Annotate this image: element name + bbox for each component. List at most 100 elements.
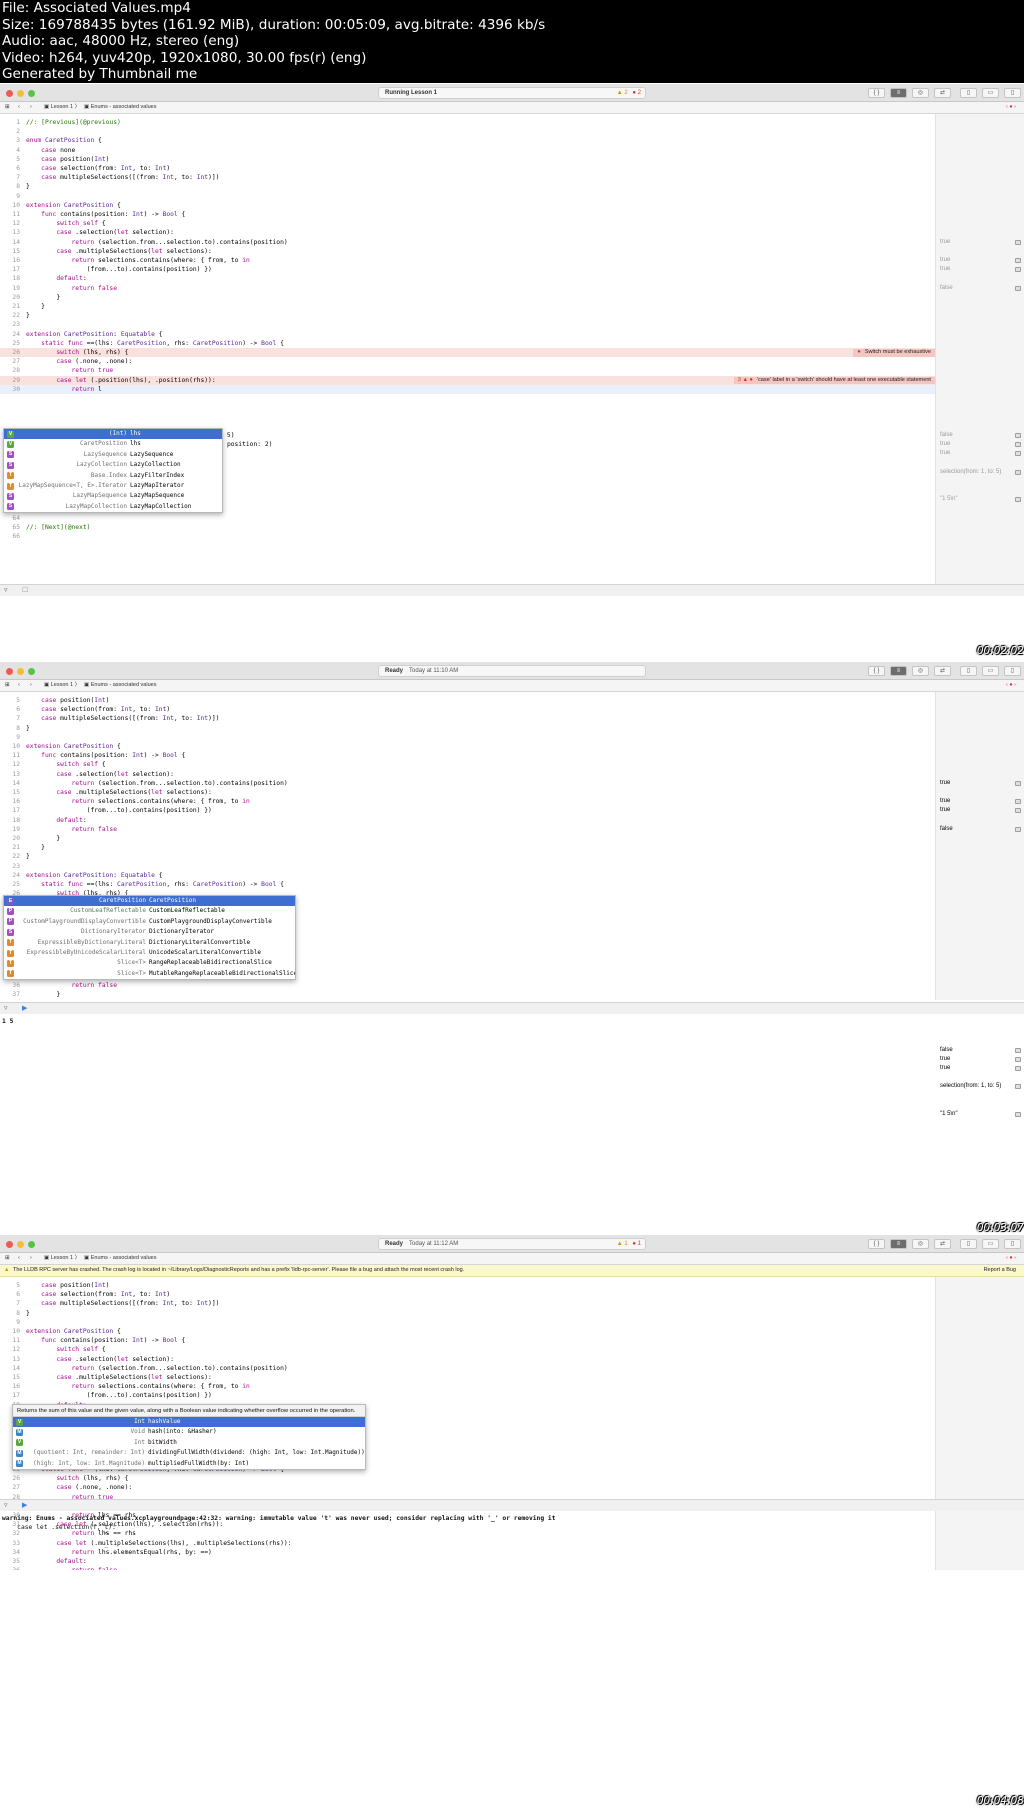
quick-look-button[interactable]	[1015, 497, 1021, 503]
library-button[interactable]: { }	[868, 1239, 885, 1249]
related-items-icon[interactable]: ⊞	[5, 1253, 10, 1264]
report-bug-button[interactable]: Report a Bug	[984, 1265, 1016, 1276]
completion-item[interactable]: P CustomLeafReflectable CustomLeafReflecta…	[4, 906, 295, 916]
version-editor-button[interactable]: ⇄	[934, 666, 951, 676]
navigator-toggle-button[interactable]: ▯	[960, 666, 977, 676]
minimize-window-button[interactable]	[17, 668, 24, 675]
quick-look-button[interactable]	[1015, 1047, 1021, 1053]
breadcrumb-page[interactable]: ▣ Enums - associated values	[84, 680, 156, 691]
utilities-toggle-button[interactable]: ▯	[1004, 1239, 1021, 1249]
version-editor-button[interactable]: ⇄	[934, 1239, 951, 1249]
run-playground-button[interactable]: ▶	[22, 1004, 27, 1012]
version-editor-button[interactable]: ⇄	[934, 88, 951, 98]
completion-item[interactable]: T Slice<T> MutableRangeReplaceableBidirect…	[4, 969, 295, 979]
quick-look-button[interactable]	[1015, 808, 1021, 814]
library-button[interactable]: { }	[868, 666, 885, 676]
assistant-editor-button[interactable]: ◎	[912, 88, 929, 98]
assistant-editor-button[interactable]: ◎	[912, 1239, 929, 1249]
code-completion-popup[interactable]: E CaretPosition CaretPosition P CustomLeafRe…	[3, 895, 296, 981]
quick-look-button[interactable]	[1015, 780, 1021, 786]
back-icon[interactable]: ‹	[18, 1253, 20, 1264]
forward-icon[interactable]: ›	[30, 680, 32, 691]
forward-icon[interactable]: ›	[30, 102, 32, 113]
issue-navigation-icon[interactable]: ‹ ● ›	[1006, 102, 1016, 113]
zoom-window-button[interactable]	[28, 1241, 35, 1248]
back-icon[interactable]: ‹	[18, 680, 20, 691]
zoom-window-button[interactable]	[28, 90, 35, 97]
quick-look-button[interactable]	[1015, 1056, 1021, 1062]
run-playground-button[interactable]: ▶	[22, 1501, 27, 1509]
quick-look-button[interactable]	[1015, 258, 1021, 263]
completion-item[interactable]: M Void hash(into: &Hasher)	[13, 1427, 365, 1437]
completion-item[interactable]: T ExpressibleByDictionaryLiteral Dictionar…	[4, 938, 295, 948]
quick-look-button[interactable]	[1015, 267, 1021, 273]
completion-item[interactable]: V Int hashValue	[13, 1417, 365, 1428]
issue-navigation-icon[interactable]: ‹ ● ›	[1006, 1253, 1016, 1264]
code-completion-popup[interactable]: Returns the sum of this value and the gi…	[12, 1404, 366, 1470]
navigator-toggle-button[interactable]: ▯	[960, 1239, 977, 1249]
library-button[interactable]: { }	[868, 88, 885, 98]
quick-look-button[interactable]	[1015, 285, 1021, 291]
issue-navigation-icon[interactable]: ‹ ● ›	[1006, 680, 1016, 691]
assistant-editor-button[interactable]: ◎	[912, 666, 929, 676]
minimize-window-button[interactable]	[17, 1241, 24, 1248]
hide-debug-area-icon[interactable]: ▿	[4, 586, 8, 594]
close-window-button[interactable]	[6, 90, 13, 97]
debug-area-toggle-button[interactable]: ▭	[982, 1239, 999, 1249]
run-playground-button[interactable]: ☐	[22, 586, 28, 594]
quick-look-button[interactable]	[1015, 239, 1021, 245]
close-window-button[interactable]	[6, 1241, 13, 1248]
completion-item[interactable]: S LazyCollection LazyCollection	[4, 460, 222, 470]
standard-editor-button[interactable]: ≡	[890, 666, 907, 676]
quick-look-button[interactable]	[1015, 826, 1021, 832]
breadcrumb-lesson[interactable]: ▣ Lesson 1 〉	[44, 102, 80, 113]
debug-area-toggle-button[interactable]: ▭	[982, 88, 999, 98]
utilities-toggle-button[interactable]: ▯	[1004, 88, 1021, 98]
breadcrumb-page[interactable]: ▣ Enums - associated values	[84, 102, 156, 113]
completion-item[interactable]: S LazySequence LazySequence	[4, 450, 222, 460]
quick-look-button[interactable]	[1015, 442, 1021, 447]
quick-look-button[interactable]	[1015, 469, 1021, 475]
quick-look-button[interactable]	[1015, 1112, 1021, 1117]
standard-editor-button[interactable]: ≡	[890, 1239, 907, 1249]
code-editor[interactable]: 1 //: [Previous](@previous) 2 3 enum CaretPo…	[0, 114, 935, 584]
quick-look-button[interactable]	[1015, 432, 1021, 438]
completion-item[interactable]: V CaretPosition lhs	[4, 439, 222, 449]
completion-item[interactable]: E CaretPosition CaretPosition	[4, 896, 295, 907]
zoom-window-button[interactable]	[28, 668, 35, 675]
completion-item[interactable]: S LazyMapSequence LazyMapSequence	[4, 491, 222, 501]
navigator-toggle-button[interactable]: ▯	[960, 88, 977, 98]
quick-look-button[interactable]	[1015, 1084, 1021, 1090]
code-completion-popup[interactable]: V (Int) lhs V CaretPosition lhs S LazySequence L…	[3, 428, 223, 514]
debug-area-toggle-button[interactable]: ▭	[982, 666, 999, 676]
minimize-window-button[interactable]	[17, 90, 24, 97]
breadcrumb-lesson[interactable]: ▣ Lesson 1 〉	[44, 680, 80, 691]
breadcrumb-page[interactable]: ▣ Enums - associated values	[84, 1253, 156, 1264]
close-window-button[interactable]	[6, 668, 13, 675]
back-icon[interactable]: ‹	[18, 102, 20, 113]
completion-item[interactable]: T LazyMapSequence<T, E>.Iterator LazyMapIt…	[4, 481, 222, 491]
quick-look-button[interactable]	[1015, 1066, 1021, 1071]
error-badge[interactable]: ● Switch must be exhaustive	[853, 349, 935, 357]
hide-debug-area-icon[interactable]: ▿	[4, 1501, 8, 1509]
hide-debug-area-icon[interactable]: ▿	[4, 1004, 8, 1012]
completion-item[interactable]: V (Int) lhs	[4, 429, 222, 440]
completion-item[interactable]: T Base.Index LazyFilterIndex	[4, 471, 222, 481]
related-items-icon[interactable]: ⊞	[5, 680, 10, 691]
breadcrumb-lesson[interactable]: ▣ Lesson 1 〉	[44, 1253, 80, 1264]
completion-item[interactable]: T ExpressibleByUnicodeScalarLiteral Unicod…	[4, 948, 295, 958]
quick-look-button[interactable]	[1015, 799, 1021, 805]
completion-item[interactable]: M (high: Int, low: Int.Magnitude) multipli…	[13, 1459, 365, 1469]
completion-item[interactable]: S DictionaryIterator DictionaryIterator	[4, 927, 295, 937]
completion-item[interactable]: M (quotient: Int, remainder: Int) dividing…	[13, 1448, 365, 1458]
error-badge[interactable]: 3 ▲ ●'case' label in a 'switch' should h…	[733, 376, 935, 385]
related-items-icon[interactable]: ⊞	[5, 102, 10, 113]
completion-item[interactable]: S LazyMapCollection LazyMapCollection	[4, 502, 222, 512]
quick-look-button[interactable]	[1015, 451, 1021, 457]
completion-item[interactable]: T Slice<T> RangeReplaceableBidirectionalSl…	[4, 958, 295, 968]
completion-item[interactable]: V Int bitWidth	[13, 1438, 365, 1448]
completion-item[interactable]: P CustomPlaygroundDisplayConvertible Custo…	[4, 917, 295, 927]
standard-editor-button[interactable]: ≡	[890, 88, 907, 98]
forward-icon[interactable]: ›	[30, 1253, 32, 1264]
utilities-toggle-button[interactable]: ▯	[1004, 666, 1021, 676]
